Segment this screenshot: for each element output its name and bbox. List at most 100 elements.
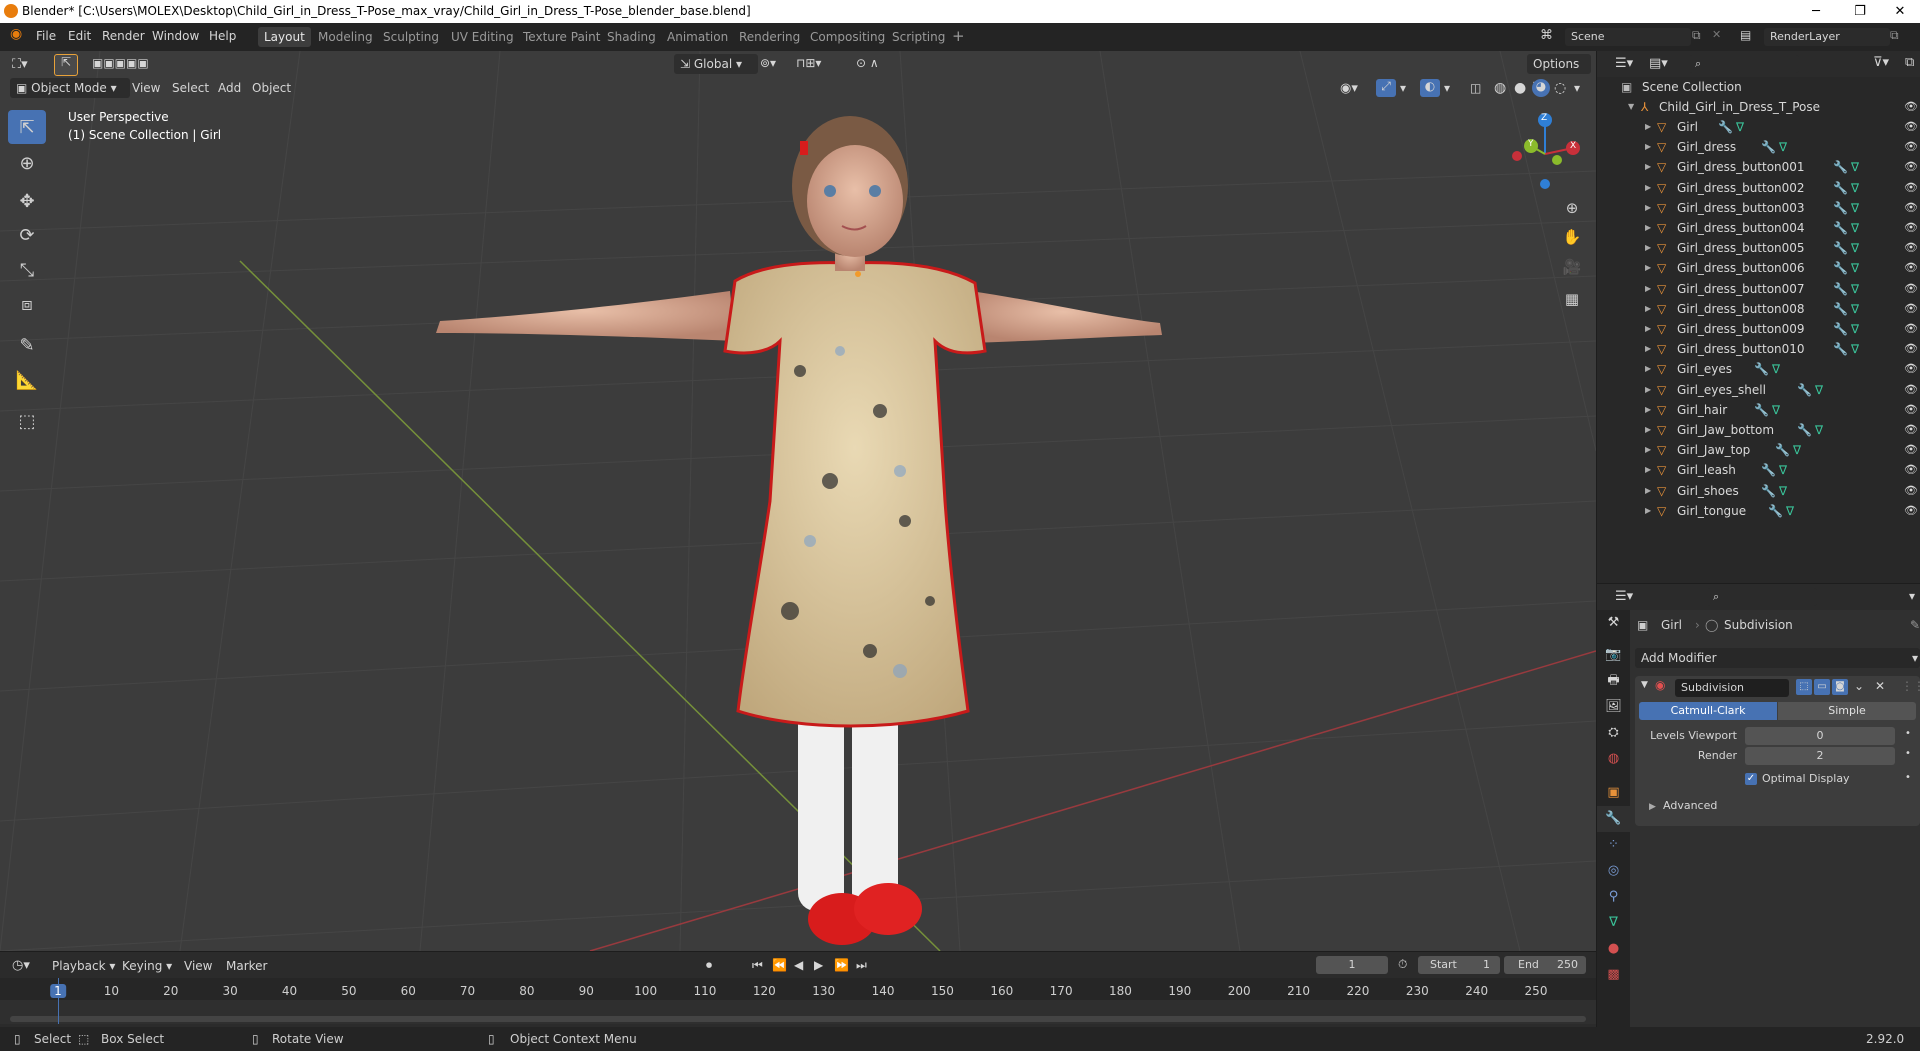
scene-icon[interactable]: ⌘: [1540, 28, 1553, 43]
advanced-subpanel[interactable]: Advanced: [1663, 799, 1717, 812]
modifier-wrench-icon[interactable]: 🔧: [1775, 440, 1790, 460]
visibility-eye-icon[interactable]: 👁: [1904, 157, 1918, 177]
modifier-wrench-icon[interactable]: 🔧: [1833, 279, 1848, 299]
expand-arrow-icon[interactable]: ▼: [1628, 97, 1634, 117]
menu-keying[interactable]: Keying ▾: [122, 959, 172, 973]
menu-playback[interactable]: Playback ▾: [52, 959, 115, 973]
menu-object[interactable]: Object: [252, 81, 291, 95]
levels-viewport-field[interactable]: 0: [1745, 727, 1895, 745]
3d-viewport[interactable]: [0, 51, 1596, 951]
outliner-item[interactable]: ▶ ▽ Girl 🔧 ∇ 👁: [1597, 117, 1920, 137]
expand-arrow-icon[interactable]: ▶: [1645, 238, 1651, 258]
jump-start-icon[interactable]: ⏮: [752, 958, 763, 973]
visibility-eye-icon[interactable]: 👁: [1904, 178, 1918, 198]
outliner-root[interactable]: ▣ Scene Collection: [1597, 77, 1920, 97]
outliner-item[interactable]: ▶ ▽ Girl_eyes_shell 🔧 ∇ 👁: [1597, 380, 1920, 400]
visibility-eye-icon[interactable]: 👁: [1904, 440, 1918, 460]
menu-window[interactable]: Window: [152, 29, 199, 43]
menu-add[interactable]: Add: [218, 81, 241, 95]
outliner-item[interactable]: ▶ ▽ Girl_eyes 🔧 ∇ 👁: [1597, 359, 1920, 379]
outliner-item[interactable]: ▶ ▽ Girl_dress_button008 🔧 ∇ 👁: [1597, 299, 1920, 319]
expand-arrow-icon[interactable]: ▶: [1645, 137, 1651, 157]
expand-arrow-icon[interactable]: ▶: [1645, 299, 1651, 319]
restore-button[interactable]: ❐: [1840, 0, 1880, 23]
output-tab-icon[interactable]: 🖶: [1597, 668, 1630, 694]
properties-options-icon[interactable]: ▾: [1909, 589, 1915, 603]
expand-arrow-icon[interactable]: ▶: [1649, 802, 1656, 812]
particles-tab-icon[interactable]: ⁘: [1597, 832, 1630, 858]
tool-tab-icon[interactable]: ⚒: [1597, 610, 1630, 636]
modifier-wrench-icon[interactable]: 🔧: [1833, 339, 1848, 359]
modifier-wrench-icon[interactable]: 🔧: [1797, 380, 1812, 400]
tab-compositing[interactable]: Compositing: [804, 27, 891, 47]
modifier-tab-icon[interactable]: 🔧: [1597, 806, 1630, 832]
selection-mode-icons[interactable]: ▣▣▣▣▣: [92, 56, 149, 70]
properties-search-input[interactable]: ⌕: [1707, 588, 1817, 606]
mesh-data-icon[interactable]: ∇: [1851, 238, 1859, 258]
visibility-eye-icon[interactable]: 👁: [1904, 359, 1918, 379]
outliner-editor-icon[interactable]: ☰▾: [1615, 56, 1633, 71]
menu-render[interactable]: Render: [102, 29, 145, 43]
outliner-item[interactable]: ▶ ▽ Girl_dress_button003 🔧 ∇ 👁: [1597, 198, 1920, 218]
edit-mode-toggle-icon[interactable]: ⬚: [1796, 679, 1812, 695]
visibility-eye-icon[interactable]: 👁: [1904, 279, 1918, 299]
render-tab-icon[interactable]: 📷: [1597, 642, 1630, 668]
expand-arrow-icon[interactable]: ▶: [1645, 157, 1651, 177]
close-button[interactable]: ✕: [1880, 0, 1920, 23]
outliner-item[interactable]: ▶ ▽ Girl_tongue 🔧 ∇ 👁: [1597, 501, 1920, 521]
shading-material-icon[interactable]: ◕: [1532, 79, 1550, 97]
outliner-item[interactable]: ▶ ▽ Girl_dress_button004 🔧 ∇ 👁: [1597, 218, 1920, 238]
tab-uv-editing[interactable]: UV Editing: [445, 27, 520, 47]
remove-scene-icon[interactable]: ✕: [1712, 28, 1721, 41]
expand-arrow-icon[interactable]: ▶: [1645, 319, 1651, 339]
visibility-eye-icon[interactable]: 👁: [1904, 400, 1918, 420]
outliner-item[interactable]: ▶ ▽ Girl_hair 🔧 ∇ 👁: [1597, 400, 1920, 420]
annotate-icon[interactable]: ✎: [8, 328, 46, 362]
menu-help[interactable]: Help: [209, 29, 236, 43]
select-box-icon[interactable]: ⇱: [8, 110, 46, 144]
mesh-data-icon[interactable]: ∇: [1851, 339, 1859, 359]
select-tool-icon[interactable]: ⇱: [54, 54, 78, 76]
perspective-toggle-icon[interactable]: ▦: [1560, 287, 1584, 311]
expand-arrow-icon[interactable]: ▶: [1645, 198, 1651, 218]
keyframe-dot-icon[interactable]: •: [1905, 728, 1911, 739]
tab-scripting[interactable]: Scripting: [886, 27, 951, 47]
mesh-data-icon[interactable]: ∇: [1815, 380, 1823, 400]
tab-rendering[interactable]: Rendering: [733, 27, 806, 47]
navigation-gizmo[interactable]: Z Y X: [1505, 110, 1585, 190]
scene-tab-icon[interactable]: ⛭: [1597, 720, 1630, 746]
visibility-eye-icon[interactable]: 👁: [1904, 339, 1918, 359]
mesh-data-icon[interactable]: ∇: [1815, 420, 1823, 440]
visibility-eye-icon[interactable]: 👁: [1904, 380, 1918, 400]
mesh-data-icon[interactable]: ∇: [1851, 178, 1859, 198]
menu-view[interactable]: View: [132, 81, 160, 95]
world-tab-icon[interactable]: ◍: [1597, 746, 1630, 772]
catmull-clark-button[interactable]: Catmull-Clark: [1639, 702, 1777, 720]
end-frame-field[interactable]: End 250: [1504, 956, 1586, 974]
minimize-button[interactable]: ─: [1796, 0, 1836, 23]
pan-hand-icon[interactable]: ✋: [1560, 225, 1584, 249]
render-levels-field[interactable]: 2: [1745, 747, 1895, 765]
mesh-data-icon[interactable]: ∇: [1736, 117, 1744, 137]
tab-layout[interactable]: Layout: [258, 27, 311, 47]
modifier-wrench-icon[interactable]: 🔧: [1761, 460, 1776, 480]
menu-marker[interactable]: Marker: [226, 959, 267, 973]
modifier-wrench-icon[interactable]: 🔧: [1833, 319, 1848, 339]
remove-modifier-icon[interactable]: ✕: [1875, 679, 1885, 693]
rotate-icon[interactable]: ⟳: [8, 218, 46, 252]
mesh-data-icon[interactable]: ∇: [1779, 137, 1787, 157]
outliner-item[interactable]: ▶ ▽ Girl_dress_button007 🔧 ∇ 👁: [1597, 279, 1920, 299]
expand-arrow-icon[interactable]: ▶: [1645, 218, 1651, 238]
mesh-data-icon[interactable]: ∇: [1779, 481, 1787, 501]
mode-dropdown[interactable]: ▣ Object Mode ▾: [10, 78, 130, 98]
mesh-data-icon[interactable]: ∇: [1786, 501, 1794, 521]
new-collection-icon[interactable]: ⧉: [1905, 55, 1914, 70]
drag-handle-icon[interactable]: ⋮⋮: [1901, 679, 1920, 693]
xray-icon[interactable]: ◫: [1470, 81, 1481, 95]
viewport-toggle-icon[interactable]: ▭: [1814, 679, 1830, 695]
menu-edit[interactable]: Edit: [68, 29, 91, 43]
visibility-eye-icon[interactable]: 👁: [1904, 137, 1918, 157]
overlays-dropdown-icon[interactable]: ▾: [1444, 81, 1450, 95]
mesh-data-icon[interactable]: ∇: [1851, 157, 1859, 177]
outliner-collection[interactable]: ▼ ⅄ Child_Girl_in_Dress_T_Pose 👁: [1597, 97, 1920, 117]
